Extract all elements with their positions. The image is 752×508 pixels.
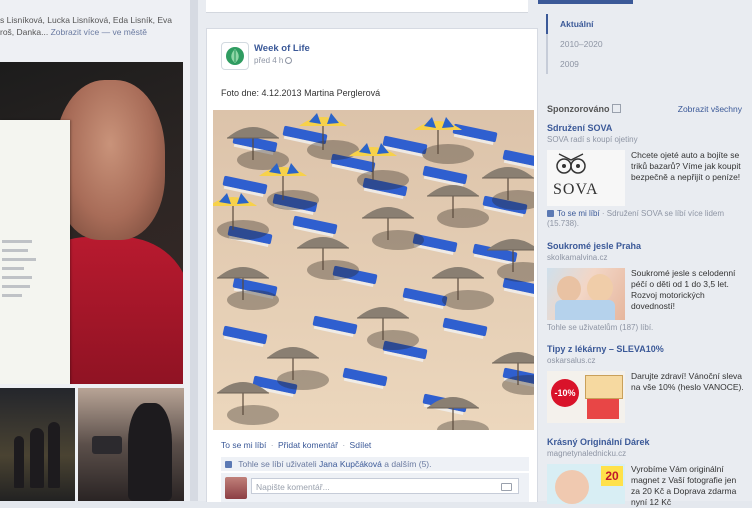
ad-sova[interactable]: Sdružení SOVA SOVA radí s koupí ojetiny … xyxy=(547,123,742,229)
like-link[interactable]: To se mi líbí xyxy=(221,440,266,450)
timeline-nav: Aktuální 2010–2020 2009 xyxy=(546,14,746,74)
see-all-ads-link[interactable]: Zobrazit všechny xyxy=(678,104,742,114)
ad-title[interactable]: Tipy z lékárny – SLEVA10% xyxy=(547,344,742,355)
post-card: Week of Life před 4 h Foto dne: 4.12.201… xyxy=(206,28,554,502)
comment-input[interactable]: Napište komentář... xyxy=(251,478,519,494)
profile-photo[interactable] xyxy=(0,62,183,384)
page-avatar[interactable] xyxy=(221,42,249,70)
umbrella-shadow xyxy=(372,230,424,250)
leaf-logo-icon xyxy=(226,47,244,65)
discount-badge: -10% xyxy=(551,379,579,407)
friends-line-1: s Lisníková, Lucka Lisníková, Eda Lisník… xyxy=(0,15,172,25)
left-column: s Lisníková, Lucka Lisníková, Eda Lisník… xyxy=(0,0,190,501)
price-badge: 20 xyxy=(601,466,623,486)
timeline-item-2010-2020[interactable]: 2010–2020 xyxy=(546,34,746,54)
ad-image-children[interactable] xyxy=(547,268,625,320)
share-link[interactable]: Sdílet xyxy=(350,440,372,450)
ad-social: To se mi líbí · Sdružení SOVA se líbí ví… xyxy=(547,209,725,228)
post-actions: To se mi líbí · Přidat komentář · Sdílet xyxy=(221,440,371,450)
umbrella-shadow xyxy=(277,370,329,390)
ad-darek[interactable]: Krásný Originální Dárek magnetynalednick… xyxy=(547,437,742,507)
commenter-avatar xyxy=(225,477,247,499)
ad-like-link[interactable]: To se mi líbí xyxy=(557,209,600,218)
ad-social: Tohle se uživatelům (187) líbí. xyxy=(547,323,747,333)
photo-thumb-1[interactable] xyxy=(0,388,75,501)
ad-domain: magnetynalednicku.cz xyxy=(547,449,627,458)
ad-title[interactable]: Soukromé jesle Praha xyxy=(547,241,742,252)
ad-domain: SOVA radí s koupí ojetiny xyxy=(547,135,638,144)
sponsored-header: Sponzorováno Zobrazit všechny xyxy=(547,104,742,114)
action-separator: · xyxy=(342,440,346,450)
comment-link[interactable]: Přidat komentář xyxy=(278,440,338,450)
umbrella-shadow xyxy=(307,260,359,280)
ad-image-magnet[interactable]: 20 xyxy=(547,464,625,504)
photo-paper xyxy=(0,120,70,384)
umbrella-shadow xyxy=(367,330,419,350)
friends-list: s Lisníková, Lucka Lisníková, Eda Lisník… xyxy=(0,14,186,38)
ad-social-text: Tohle se uživatelům (187) líbí. xyxy=(547,323,654,332)
umbrella-shadow xyxy=(227,290,279,310)
previous-post-edge xyxy=(206,0,528,13)
thumbs-up-icon xyxy=(225,461,232,468)
umbrella-shadow xyxy=(357,170,409,190)
ad-image-sova-logo[interactable]: SOVA xyxy=(547,150,625,212)
post-text: Foto dne: 4.12.2013 Martina Perglerová xyxy=(221,88,381,98)
umbrella-shadow xyxy=(307,140,359,160)
ad-lekarna[interactable]: Tipy z lékárny – SLEVA10% oskarsalus.cz … xyxy=(547,344,744,428)
ad-title[interactable]: Krásný Originální Dárek xyxy=(547,437,742,448)
umbrella-shadow xyxy=(437,208,489,228)
photo-thumb-2[interactable] xyxy=(78,388,184,501)
post-time-text: před 4 h xyxy=(254,56,284,65)
ad-image-pharmacy[interactable]: -10% xyxy=(547,371,625,423)
post-timestamp[interactable]: před 4 h xyxy=(254,56,293,65)
sponsored-title: Sponzorováno xyxy=(547,104,610,114)
umbrella-shadow xyxy=(227,405,279,425)
ad-body: Soukromé jesle s celodenní péčí o děti o… xyxy=(631,268,736,311)
friends-more-link[interactable]: Zobrazit více — ve městě xyxy=(51,27,147,37)
beach-photo xyxy=(209,110,554,440)
timeline-item-current[interactable]: Aktuální xyxy=(546,14,746,34)
thumbs-up-icon xyxy=(547,210,554,217)
news-feed: Week of Life před 4 h Foto dne: 4.12.201… xyxy=(198,0,554,502)
ad-body: Vyrobíme Vám originální magnet z Vaší fo… xyxy=(631,464,737,507)
umbrella-shadow xyxy=(442,290,494,310)
umbrella-shadow xyxy=(217,220,269,240)
column-divider xyxy=(190,0,198,501)
post-image[interactable] xyxy=(209,110,554,440)
ad-title[interactable]: Sdružení SOVA xyxy=(547,123,742,134)
photo-face xyxy=(55,80,165,240)
likes-suffix[interactable]: a dalším (5). xyxy=(384,459,431,469)
right-sidebar: Aktuální 2010–2020 2009 Sponzorováno Zob… xyxy=(538,0,752,507)
edit-icon[interactable] xyxy=(611,104,621,113)
friends-line-2: roš, Danka... xyxy=(0,27,49,37)
ad-body: Darujte zdraví! Vánoční sleva na vše 10%… xyxy=(631,371,744,392)
ad-jesle[interactable]: Soukromé jesle Praha skolkamalvina.cz So… xyxy=(547,241,742,337)
likes-summary: Tohle se líbí uživateli Jana Kupčáková a… xyxy=(221,457,529,471)
likes-prefix: Tohle se líbí uživateli xyxy=(238,459,317,469)
page-name-link[interactable]: Week of Life xyxy=(254,43,310,54)
umbrella-shadow xyxy=(422,144,474,164)
camera-icon[interactable] xyxy=(501,483,512,491)
ad-body: Chcete ojeté auto a bojíte se triků baza… xyxy=(631,150,741,182)
top-bar-edge xyxy=(538,0,633,4)
ad-domain: skolkamalvina.cz xyxy=(547,253,608,262)
ad-logo-text: SOVA xyxy=(553,181,599,198)
ad-domain: oskarsalus.cz xyxy=(547,356,596,365)
action-separator: · xyxy=(270,440,274,450)
comment-row: Napište komentář... xyxy=(221,473,529,502)
umbrella-shadow xyxy=(237,150,289,170)
comment-placeholder: Napište komentář... xyxy=(256,482,330,492)
globe-icon xyxy=(285,57,293,64)
likes-user-link[interactable]: Jana Kupčáková xyxy=(319,459,382,469)
timeline-item-2009[interactable]: 2009 xyxy=(546,54,746,74)
umbrella-shadow xyxy=(267,190,319,210)
